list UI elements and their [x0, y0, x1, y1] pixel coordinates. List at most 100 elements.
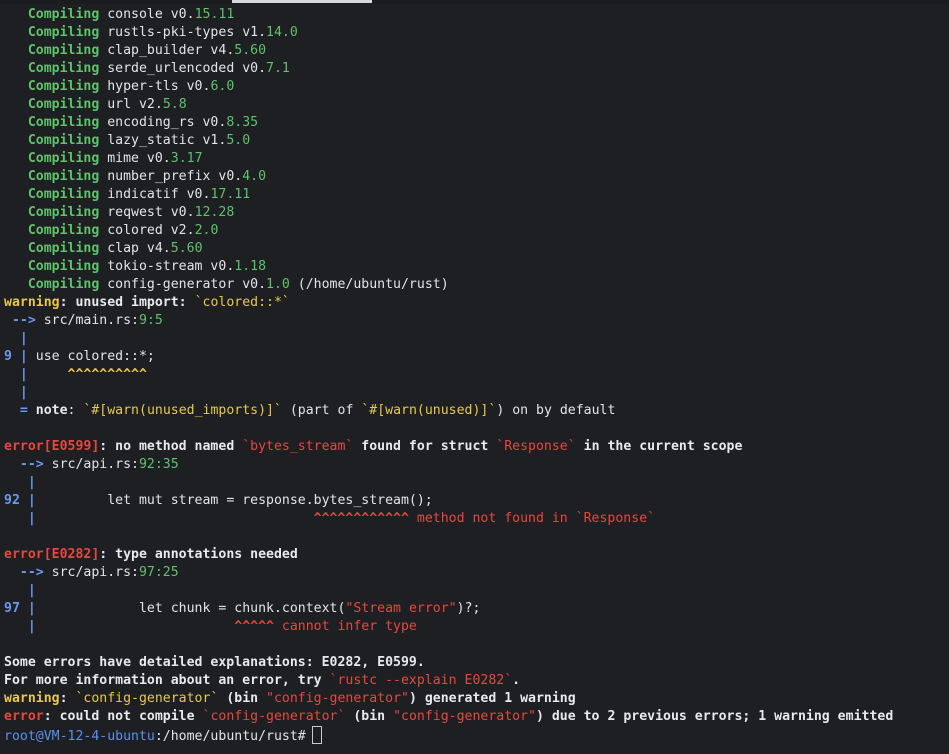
terminal-text: Compiling — [4, 115, 100, 130]
terminal-text: Compiling — [4, 277, 100, 292]
terminal-text: 7.1 — [266, 61, 290, 76]
terminal-line: | ^^^^^^^^^^ — [4, 366, 949, 384]
terminal-line: 97 | let chunk = chunk.context("Stream e… — [4, 600, 949, 618]
terminal-line: error[E0599]: no method named `bytes_str… — [4, 438, 949, 456]
terminal-text: (/home/ubuntu/rust) — [289, 277, 449, 292]
terminal-text: | — [4, 475, 36, 490]
terminal-text: --> — [4, 313, 44, 328]
terminal-text: lazy_static v1. — [99, 133, 227, 148]
terminal-text: `config-generator` — [75, 691, 219, 706]
terminal-text: src/main.rs: — [43, 313, 139, 328]
terminal-text: 12.28 — [194, 205, 235, 220]
terminal-text: 92:35 — [138, 457, 179, 472]
terminal-text: Compiling — [4, 259, 100, 274]
terminal-line: | — [4, 474, 949, 492]
terminal-text: Compiling — [4, 151, 100, 166]
terminal-text: (bin — [218, 691, 267, 706]
prompt-user-host: root@VM-12-4-ubuntu — [4, 729, 155, 744]
terminal-text: mime v0. — [99, 151, 171, 166]
terminal-line: error[E0282]: type annotations needed — [4, 546, 949, 564]
active-tab-indicator[interactable] — [232, 0, 372, 3]
terminal-text: . — [512, 673, 521, 688]
terminal-text: src/api.rs: — [51, 457, 139, 472]
terminal-line: Some errors have detailed explanations: … — [4, 654, 949, 672]
terminal-text: | — [4, 619, 36, 634]
terminal-text: --> — [4, 457, 52, 472]
terminal-text: ^^^^^ — [35, 619, 274, 634]
terminal-text: 1.0 — [266, 277, 290, 292]
terminal-line: Compiling colored v2.2.0 — [4, 222, 949, 240]
terminal-text: Compiling — [4, 169, 100, 184]
terminal-line: Compiling indicatif v0.17.11 — [4, 186, 949, 204]
terminal-text: indicatif v0. — [99, 187, 211, 202]
terminal-text: config-generator v0. — [99, 277, 267, 292]
terminal-line: Compiling clap v4.5.60 — [4, 240, 949, 258]
terminal-text: : could not compile — [43, 709, 203, 724]
terminal-line: warning: unused import: `colored::*` — [4, 294, 949, 312]
prompt-path: :/home/ubuntu/rust# — [154, 729, 306, 744]
terminal-line: Compiling hyper-tls v0.6.0 — [4, 78, 949, 96]
terminal-text: found for struct — [353, 439, 497, 454]
terminal-text: 9 | — [4, 349, 28, 364]
terminal-line: Compiling rustls-pki-types v1.14.0 — [4, 24, 949, 42]
terminal-text: Compiling — [4, 97, 100, 112]
terminal-text: 97 | — [4, 601, 36, 616]
terminal-text: error — [4, 709, 44, 724]
cursor-icon[interactable] — [311, 726, 322, 744]
terminal-text: console v0. — [99, 7, 195, 22]
terminal-line: Compiling mime v0.3.17 — [4, 150, 949, 168]
terminal-text: 97:25 — [138, 565, 179, 580]
terminal-text: For more information about an error, try — [4, 673, 330, 688]
terminal-text: --> — [4, 565, 52, 580]
terminal-text: use colored::*; — [27, 349, 155, 364]
terminal-text: 5.0 — [226, 133, 251, 148]
terminal-text: 2.0 — [194, 223, 219, 238]
terminal-text: "config-generator" — [266, 691, 409, 706]
terminal-output: Compiling console v0.15.11 Compiling rus… — [4, 6, 949, 744]
tab-bar — [0, 0, 949, 4]
terminal-text: colored v2. — [99, 223, 195, 238]
terminal-text: : — [59, 691, 76, 706]
terminal-text: number_prefix v0. — [99, 169, 243, 184]
terminal-window[interactable]: Compiling console v0.15.11 Compiling rus… — [0, 0, 949, 754]
terminal-text: : no method named — [99, 439, 243, 454]
terminal-text: 3.17 — [170, 151, 203, 166]
shell-prompt[interactable]: root@VM-12-4-ubuntu:/home/ubuntu/rust# — [4, 726, 949, 744]
terminal-text: src/api.rs: — [51, 565, 139, 580]
terminal-text: | — [4, 367, 28, 382]
terminal-text: 92 | — [4, 493, 36, 508]
terminal-text: Compiling — [4, 241, 100, 256]
terminal-text: 6.0 — [210, 79, 235, 94]
terminal-text: tokio-stream v0. — [99, 259, 235, 274]
terminal-line: Compiling lazy_static v1.5.0 — [4, 132, 949, 150]
terminal-text: 1.18 — [234, 259, 267, 274]
terminal-text: Compiling — [4, 133, 100, 148]
terminal-line: --> src/api.rs:92:35 — [4, 456, 949, 474]
terminal-line: Compiling tokio-stream v0.1.18 — [4, 258, 949, 276]
terminal-line: Compiling config-generator v0.1.0 (/home… — [4, 276, 949, 294]
terminal-text: Compiling — [4, 61, 100, 76]
terminal-text: 17.11 — [210, 187, 251, 202]
terminal-text: 8.35 — [226, 115, 259, 130]
terminal-text: error[E0282] — [4, 547, 100, 562]
terminal-line: For more information about an error, try… — [4, 672, 949, 690]
terminal-text: `colored::*` — [194, 295, 290, 310]
terminal-text: Some errors have detailed explanations: … — [4, 655, 425, 670]
terminal-text: (part of — [281, 403, 362, 418]
terminal-line: Compiling encoding_rs v0.8.35 — [4, 114, 949, 132]
terminal-text: `bytes_stream` — [242, 439, 354, 454]
terminal-line: = note: `#[warn(unused_imports)]` (part … — [4, 402, 949, 420]
terminal-line: Compiling serde_urlencoded v0.7.1 — [4, 60, 949, 78]
terminal-line: 92 | let mut stream = response.bytes_str… — [4, 492, 949, 510]
terminal-text: let mut stream = response.bytes_stream()… — [35, 493, 433, 508]
terminal-text: 4.0 — [242, 169, 267, 184]
terminal-text: encoding_rs v0. — [99, 115, 227, 130]
terminal-text: : — [67, 403, 84, 418]
terminal-text: in the current scope — [575, 439, 743, 454]
terminal-text: (bin — [345, 709, 394, 724]
terminal-text: : unused import: — [59, 295, 195, 310]
terminal-text: ) due to 2 previous errors; 1 warning em… — [535, 709, 894, 724]
terminal-line: --> src/main.rs:9:5 — [4, 312, 949, 330]
